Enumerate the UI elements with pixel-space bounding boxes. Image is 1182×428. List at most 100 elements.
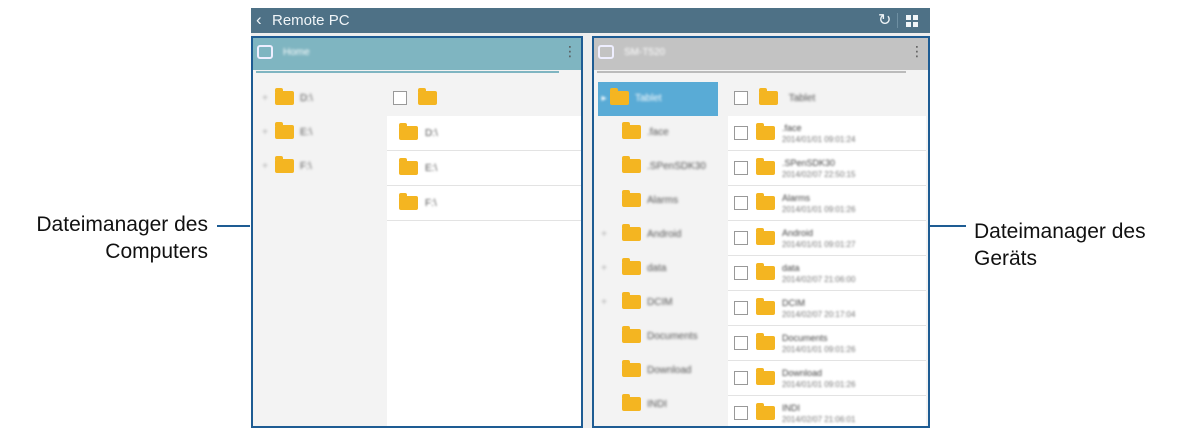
folder-icon xyxy=(417,88,437,106)
list-item[interactable]: DCIM 2014/02/07 20:17:04 xyxy=(728,291,926,326)
tree-item[interactable]: + DCIM xyxy=(598,286,718,320)
folder-icon xyxy=(756,298,775,315)
expand-icon[interactable]: + xyxy=(259,150,271,184)
tree-item-label: Documents xyxy=(647,331,698,342)
item-checkbox[interactable] xyxy=(734,161,748,175)
list-item[interactable]: data 2014/02/07 21:06:00 xyxy=(728,256,926,291)
item-checkbox[interactable] xyxy=(734,336,748,350)
app-bar: ‹ Remote PC ↻ xyxy=(251,8,930,33)
tree-item[interactable]: + E:\ xyxy=(259,116,379,150)
list-item-date: 2014/01/01 09:01:27 xyxy=(782,240,856,249)
tree-item-label: .face xyxy=(647,127,669,138)
tree-item[interactable]: .SPenSDK30 xyxy=(598,150,718,184)
list-item-date: 2014/01/01 09:01:26 xyxy=(782,380,856,389)
list-item[interactable]: .face 2014/01/01 09:01:24 xyxy=(728,116,926,151)
folder-icon xyxy=(399,123,418,140)
tree-item[interactable]: ▸ Tablet xyxy=(598,82,718,116)
folder-icon xyxy=(756,333,775,350)
more-options-icon[interactable]: ⋮ xyxy=(910,44,924,58)
tree-item-label: Download xyxy=(647,365,692,376)
chevron-left-icon[interactable]: ‹ xyxy=(256,10,262,30)
list-item[interactable]: D:\ xyxy=(387,116,581,151)
tree-item-label: INDI xyxy=(647,399,667,410)
list-item-name: Download xyxy=(782,368,823,378)
more-options-icon[interactable]: ⋮ xyxy=(563,44,577,58)
folder-icon xyxy=(622,156,641,174)
folder-icon xyxy=(610,88,629,106)
tree-item[interactable]: + F:\ xyxy=(259,150,379,184)
computer-pane-header[interactable]: Home ⋮ xyxy=(253,38,581,73)
grid-icon[interactable] xyxy=(906,15,918,27)
select-all-checkbox[interactable] xyxy=(734,91,748,106)
header-underline xyxy=(597,71,906,73)
computer-folder-tree: + D:\ + E:\ + F:\ xyxy=(259,82,379,184)
list-item[interactable]: E:\ xyxy=(387,151,581,186)
expand-icon[interactable]: + xyxy=(598,218,610,252)
device-folder-tree: ▸ Tablet .face .SPenSDK30 Alarms + Android + dat… xyxy=(598,82,718,422)
item-checkbox[interactable] xyxy=(734,196,748,210)
callout-left-leader xyxy=(217,225,250,227)
folder-icon xyxy=(756,263,775,280)
folder-icon xyxy=(756,403,775,420)
folder-icon xyxy=(756,158,775,175)
device-pane-header[interactable]: SM-T520 ⋮ xyxy=(594,38,928,73)
tree-item[interactable]: Download xyxy=(598,354,718,388)
list-header-row: Tablet xyxy=(728,82,926,116)
list-item-date: 2014/02/07 22:50:15 xyxy=(782,170,856,179)
tree-item[interactable]: Alarms xyxy=(598,184,718,218)
list-item[interactable]: INDI 2014/02/07 21:06:01 xyxy=(728,396,926,426)
list-item-name: Documents xyxy=(782,333,828,343)
item-checkbox[interactable] xyxy=(734,266,748,280)
list-item-name: D:\ xyxy=(425,128,438,139)
item-checkbox[interactable] xyxy=(734,231,748,245)
select-all-checkbox[interactable] xyxy=(393,91,407,106)
list-item[interactable]: Documents 2014/01/01 09:01:26 xyxy=(728,326,926,361)
folder-icon xyxy=(275,122,294,140)
expand-icon[interactable]: + xyxy=(598,252,610,286)
callout-device-file-manager: Dateimanager des Geräts xyxy=(974,218,1182,272)
item-checkbox[interactable] xyxy=(734,126,748,140)
list-item[interactable]: Download 2014/01/01 09:01:26 xyxy=(728,361,926,396)
list-item[interactable]: F:\ xyxy=(387,186,581,221)
tree-item[interactable]: INDI xyxy=(598,388,718,422)
folder-icon xyxy=(622,326,641,344)
tree-item-label: Tablet xyxy=(635,93,662,104)
tree-item-label: .SPenSDK30 xyxy=(647,161,706,172)
folder-icon xyxy=(622,224,641,242)
list-item-name: DCIM xyxy=(782,298,805,308)
list-item[interactable]: .SPenSDK30 2014/02/07 22:50:15 xyxy=(728,151,926,186)
item-checkbox[interactable] xyxy=(734,371,748,385)
divider xyxy=(897,13,898,28)
folder-icon xyxy=(622,190,641,208)
tree-item[interactable]: + D:\ xyxy=(259,82,379,116)
computer-file-list: D:\ E:\ F:\ xyxy=(387,82,581,426)
list-item-name: F:\ xyxy=(425,198,437,209)
tree-item[interactable]: .face xyxy=(598,116,718,150)
tree-item[interactable]: + Android xyxy=(598,218,718,252)
computer-file-manager: Home ⋮ + D:\ + E:\ + F:\ D:\ E:\ F:\ xyxy=(251,36,583,428)
remote-pc-screen: ‹ Remote PC ↻ Home ⋮ + D:\ + E:\ + F:\ D:\ … xyxy=(251,8,930,428)
folder-icon xyxy=(756,193,775,210)
list-item-name: data xyxy=(782,263,800,273)
item-checkbox[interactable] xyxy=(734,406,748,420)
folder-icon xyxy=(622,292,641,310)
list-header-label: Tablet xyxy=(788,93,816,104)
app-title: Remote PC xyxy=(272,12,350,29)
expand-icon[interactable]: + xyxy=(598,286,610,320)
item-checkbox[interactable] xyxy=(734,301,748,315)
list-item-name: .face xyxy=(782,123,802,133)
tree-item-label: D:\ xyxy=(300,93,313,104)
list-item-name: INDI xyxy=(782,403,800,413)
list-item[interactable]: Alarms 2014/01/01 09:01:26 xyxy=(728,186,926,221)
expand-icon[interactable]: + xyxy=(259,82,271,116)
list-item[interactable]: Android 2014/01/01 09:01:27 xyxy=(728,221,926,256)
callout-right-line2: Geräts xyxy=(974,247,1038,270)
list-item-name: Android xyxy=(782,228,814,238)
callout-right-leader xyxy=(930,225,966,227)
refresh-icon[interactable]: ↻ xyxy=(878,10,891,30)
computer-icon xyxy=(257,45,273,59)
tree-item[interactable]: + data xyxy=(598,252,718,286)
list-item-date: 2014/01/01 09:01:26 xyxy=(782,345,856,354)
expand-icon[interactable]: + xyxy=(259,116,271,150)
tree-item[interactable]: Documents xyxy=(598,320,718,354)
